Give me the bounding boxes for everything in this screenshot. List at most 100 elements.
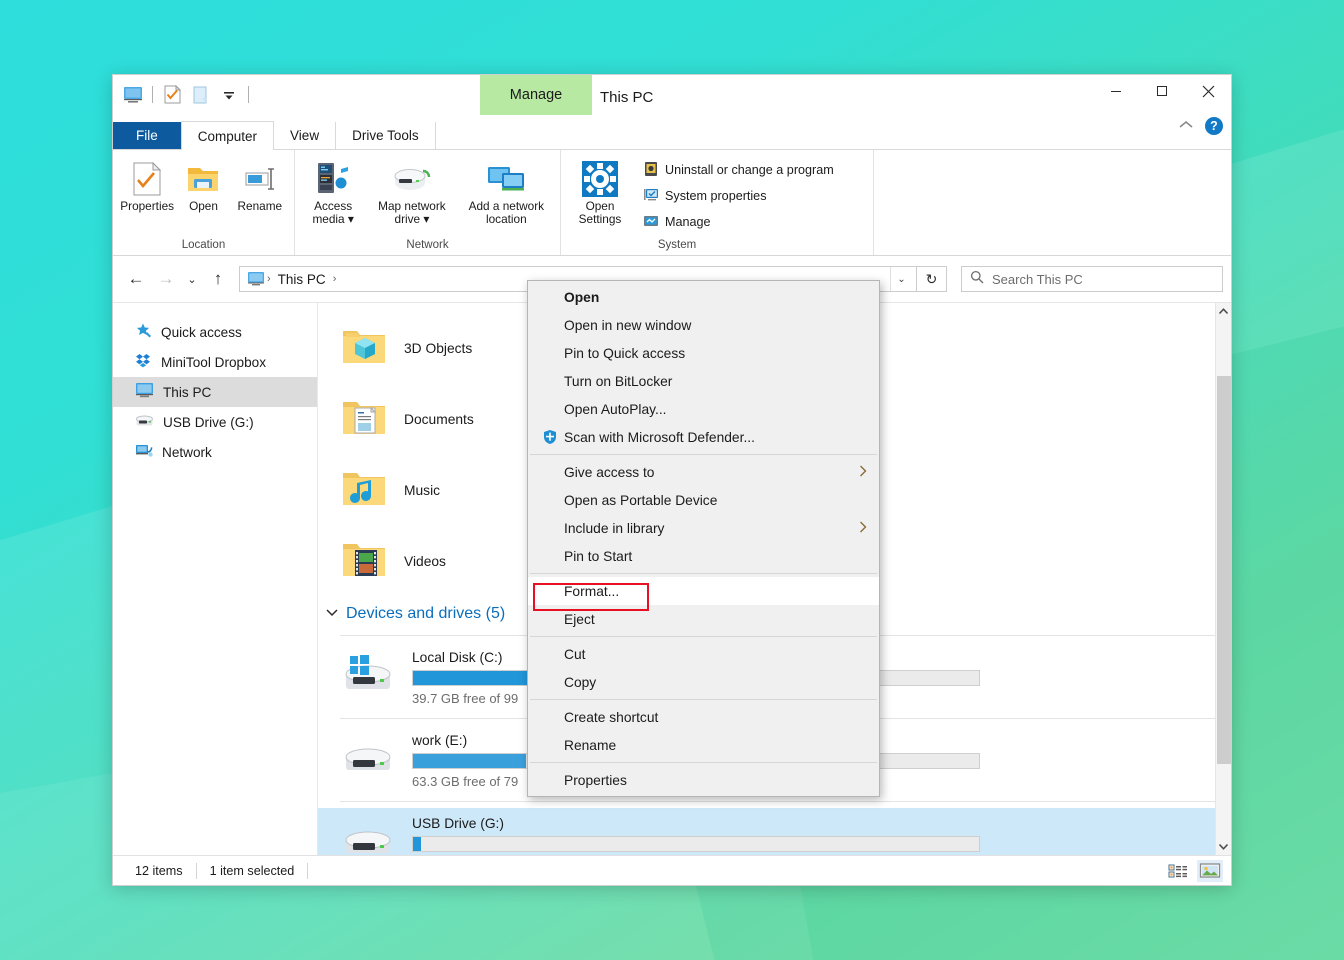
menu-item-give-access-to[interactable]: Give access to	[528, 458, 879, 486]
menu-item-create-shortcut[interactable]: Create shortcut	[528, 703, 879, 731]
menu-item-scan-with-microsoft-defender[interactable]: Scan with Microsoft Defender...	[528, 423, 879, 451]
scroll-down-button[interactable]	[1216, 838, 1232, 855]
help-button[interactable]: ?	[1205, 117, 1223, 135]
sidebar-item-label: This PC	[163, 384, 212, 400]
folder-3d-objects-icon	[340, 324, 388, 373]
details-view-button[interactable]	[1165, 860, 1191, 882]
drive-usage-bar	[412, 836, 980, 852]
scroll-up-button[interactable]	[1216, 303, 1232, 320]
manage-label: Manage	[665, 215, 711, 229]
list-item-label: 3D Objects	[404, 341, 473, 356]
menu-item-eject[interactable]: Eject	[528, 605, 879, 633]
menu-item-pin-to-quick-access[interactable]: Pin to Quick access	[528, 339, 879, 367]
system-properties-icon	[643, 187, 659, 206]
ribbon-tab-strip: File Computer View Drive Tools	[113, 121, 1231, 150]
customize-dropdown-icon[interactable]	[217, 83, 240, 106]
menu-separator	[530, 636, 877, 637]
menu-item-open-as-portable-device[interactable]: Open as Portable Device	[528, 486, 879, 514]
vertical-scrollbar[interactable]	[1215, 303, 1231, 855]
sidebar-item-network[interactable]: Network	[113, 437, 317, 467]
address-history-caret[interactable]: ⌄	[890, 267, 912, 291]
chevron-down-icon: ▾	[347, 212, 354, 226]
menu-item-turn-on-bitlocker[interactable]: Turn on BitLocker	[528, 367, 879, 395]
up-button[interactable]: ↑	[203, 264, 233, 294]
menu-separator	[530, 699, 877, 700]
search-input[interactable]: Search This PC	[961, 266, 1223, 292]
map-network-drive-button[interactable]: Map network drive ▾	[365, 154, 458, 226]
usb-drive-icon	[340, 822, 398, 856]
menu-separator	[530, 454, 877, 455]
add-network-location-icon	[484, 158, 528, 200]
menu-item-copy[interactable]: Copy	[528, 668, 879, 696]
breadcrumb-separator: ›	[267, 273, 271, 285]
this-pc-icon[interactable]	[121, 83, 144, 106]
search-placeholder: Search This PC	[992, 271, 1083, 287]
sidebar-item-minitool-dropbox[interactable]: MiniTool Dropbox	[113, 347, 317, 377]
maximize-button[interactable]	[1139, 75, 1185, 107]
scrollbar-track[interactable]	[1216, 320, 1232, 838]
tab-drive-tools[interactable]: Drive Tools	[335, 121, 436, 149]
folder-documents-icon	[340, 395, 388, 444]
access-media-button[interactable]: Access media ▾	[301, 154, 365, 226]
chevron-down-icon: ▾	[423, 212, 430, 226]
breadcrumb-separator-end[interactable]: ›	[331, 273, 339, 285]
large-icons-view-button[interactable]	[1197, 859, 1223, 882]
tab-view[interactable]: View	[274, 121, 336, 149]
navigation-pane: Quick access MiniTool Dropbox This PC US…	[113, 303, 318, 855]
properties-icon[interactable]	[161, 83, 184, 106]
window-title: This PC	[600, 88, 654, 106]
menu-item-cut[interactable]: Cut	[528, 640, 879, 668]
dropbox-icon	[135, 352, 152, 372]
menu-item-open[interactable]: Open	[528, 283, 879, 311]
system-properties-label: System properties	[665, 189, 767, 203]
uninstall-icon	[643, 161, 659, 180]
rename-button[interactable]: Rename	[232, 154, 288, 213]
menu-separator	[530, 762, 877, 763]
recent-locations-button[interactable]: ⌄	[181, 264, 203, 294]
menu-item-open-in-new-window[interactable]: Open in new window	[528, 311, 879, 339]
add-network-location-button[interactable]: Add a network location	[459, 154, 554, 226]
system-properties-button[interactable]: System properties	[637, 184, 840, 208]
ribbon-group-system: Open Settings Uninstall or change a prog…	[561, 150, 874, 255]
sidebar-item-this-pc[interactable]: This PC	[113, 377, 317, 407]
tab-computer[interactable]: Computer	[180, 121, 275, 150]
window-controls	[1093, 75, 1231, 107]
status-item-count: 12 items	[135, 863, 183, 878]
menu-item-format[interactable]: Format...	[528, 577, 879, 605]
chevron-down-icon[interactable]	[326, 608, 338, 620]
scrollbar-thumb[interactable]	[1216, 376, 1231, 764]
new-folder-icon[interactable]	[189, 83, 212, 106]
open-settings-label: Open Settings	[578, 199, 622, 226]
menu-item-pin-to-start[interactable]: Pin to Start	[528, 542, 879, 570]
manage-button[interactable]: Manage	[637, 210, 840, 234]
properties-button[interactable]: Properties	[119, 154, 175, 213]
forward-button[interactable]: →	[151, 264, 181, 294]
collapse-ribbon-button[interactable]	[1179, 119, 1193, 133]
breadcrumb-this-pc[interactable]: This PC	[273, 272, 331, 287]
open-button[interactable]: Open	[175, 154, 231, 213]
sidebar-item-usb-drive[interactable]: USB Drive (G:)	[113, 407, 317, 437]
list-item-label: Videos	[404, 554, 446, 569]
access-media-icon	[314, 158, 352, 200]
sidebar-item-label: USB Drive (G:)	[163, 414, 254, 430]
menu-item-open-autoplay[interactable]: Open AutoPlay...	[528, 395, 879, 423]
menu-item-rename[interactable]: Rename	[528, 731, 879, 759]
tab-file[interactable]: File	[113, 121, 181, 149]
table-row[interactable]: USB Drive (G:) 3.58 GB free of 3.63 GB	[318, 808, 1231, 855]
system-small-buttons: Uninstall or change a program System pro…	[633, 154, 840, 234]
folder-videos-icon	[340, 537, 388, 586]
back-button[interactable]: ←	[121, 264, 151, 294]
sidebar-item-quick-access[interactable]: Quick access	[113, 317, 317, 347]
list-item-label: Music	[404, 483, 441, 498]
open-settings-button[interactable]: Open Settings	[567, 154, 633, 226]
refresh-button[interactable]: ↻	[917, 266, 947, 292]
contextual-tab-title: Manage	[480, 75, 592, 115]
view-buttons	[1165, 859, 1223, 882]
drive-name: USB Drive (G:)	[412, 816, 504, 831]
close-button[interactable]	[1185, 75, 1231, 107]
menu-separator	[530, 573, 877, 574]
menu-item-properties[interactable]: Properties	[528, 766, 879, 794]
minimize-button[interactable]	[1093, 75, 1139, 107]
uninstall-or-change-program-button[interactable]: Uninstall or change a program	[637, 158, 840, 182]
menu-item-include-in-library[interactable]: Include in library	[528, 514, 879, 542]
